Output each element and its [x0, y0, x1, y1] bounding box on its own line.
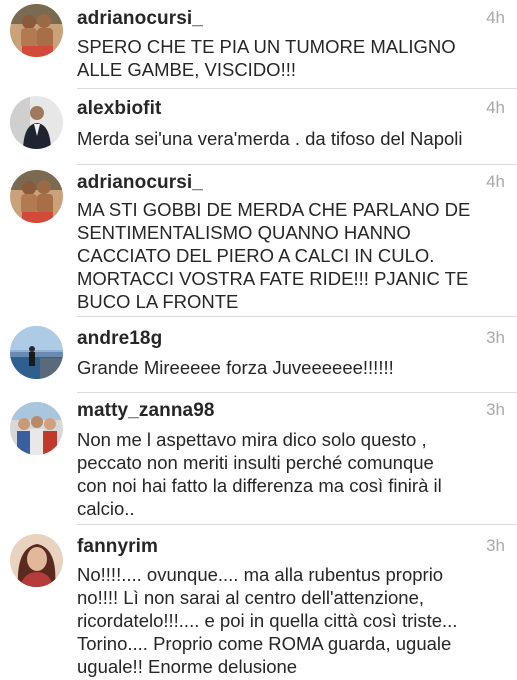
comment-username[interactable]: matty_zanna98 — [77, 400, 215, 422]
comment-text: MA STI GOBBI DE MERDA CHE PARLANO DE SEN… — [77, 199, 471, 312]
comment-item: fannyrim 3h No!!!!.... ovunque.... ma al… — [0, 526, 517, 680]
comment-timestamp: 3h — [486, 400, 505, 419]
divider — [77, 88, 517, 89]
comment-username[interactable]: alexbiofit — [77, 98, 161, 120]
comment-item: alexbiofit 4h Merda sei'una vera'merda .… — [0, 90, 517, 167]
comment-username[interactable]: fannyrim — [77, 536, 158, 558]
comment-item: andre18g 3h Grande Mireeeee forza Juveee… — [0, 318, 517, 394]
comment-timestamp: 3h — [486, 536, 505, 555]
comment-text: SPERO CHE TE PIA UN TUMORE MALIGNO ALLE … — [77, 36, 456, 80]
comment-text: Non me l aspettavo mira dico solo questo… — [77, 429, 442, 519]
comment-timestamp: 4h — [486, 98, 505, 117]
avatar[interactable] — [10, 402, 63, 455]
avatar[interactable] — [10, 534, 63, 587]
comment-timestamp: 4h — [486, 172, 505, 191]
comment-username[interactable]: adrianocursi_ — [77, 172, 203, 194]
avatar[interactable] — [10, 326, 63, 379]
avatar[interactable] — [10, 96, 63, 149]
comment-timestamp: 3h — [486, 328, 505, 347]
divider — [77, 392, 517, 393]
comment-username[interactable]: andre18g — [77, 328, 162, 350]
avatar[interactable] — [10, 170, 63, 223]
comment-timestamp: 4h — [486, 8, 505, 27]
divider — [77, 524, 517, 525]
comment-text: No!!!!.... ovunque.... ma alla rubentus … — [77, 564, 458, 677]
comment-text: Grande Mireeeee forza Juveeeeee!!!!!! — [77, 357, 394, 378]
comment-item: adrianocursi_ 4h MA STI GOBBI DE MERDA C… — [0, 164, 517, 317]
avatar[interactable] — [10, 4, 63, 57]
divider — [77, 316, 517, 317]
comment-username[interactable]: adrianocursi_ — [77, 8, 203, 30]
comment-text: Merda sei'una vera'merda . da tifoso del… — [77, 128, 463, 149]
comment-item: adrianocursi_ 4h SPERO CHE TE PIA UN TUM… — [0, 0, 517, 90]
comment-item: matty_zanna98 3h Non me l aspettavo mira… — [0, 394, 517, 525]
